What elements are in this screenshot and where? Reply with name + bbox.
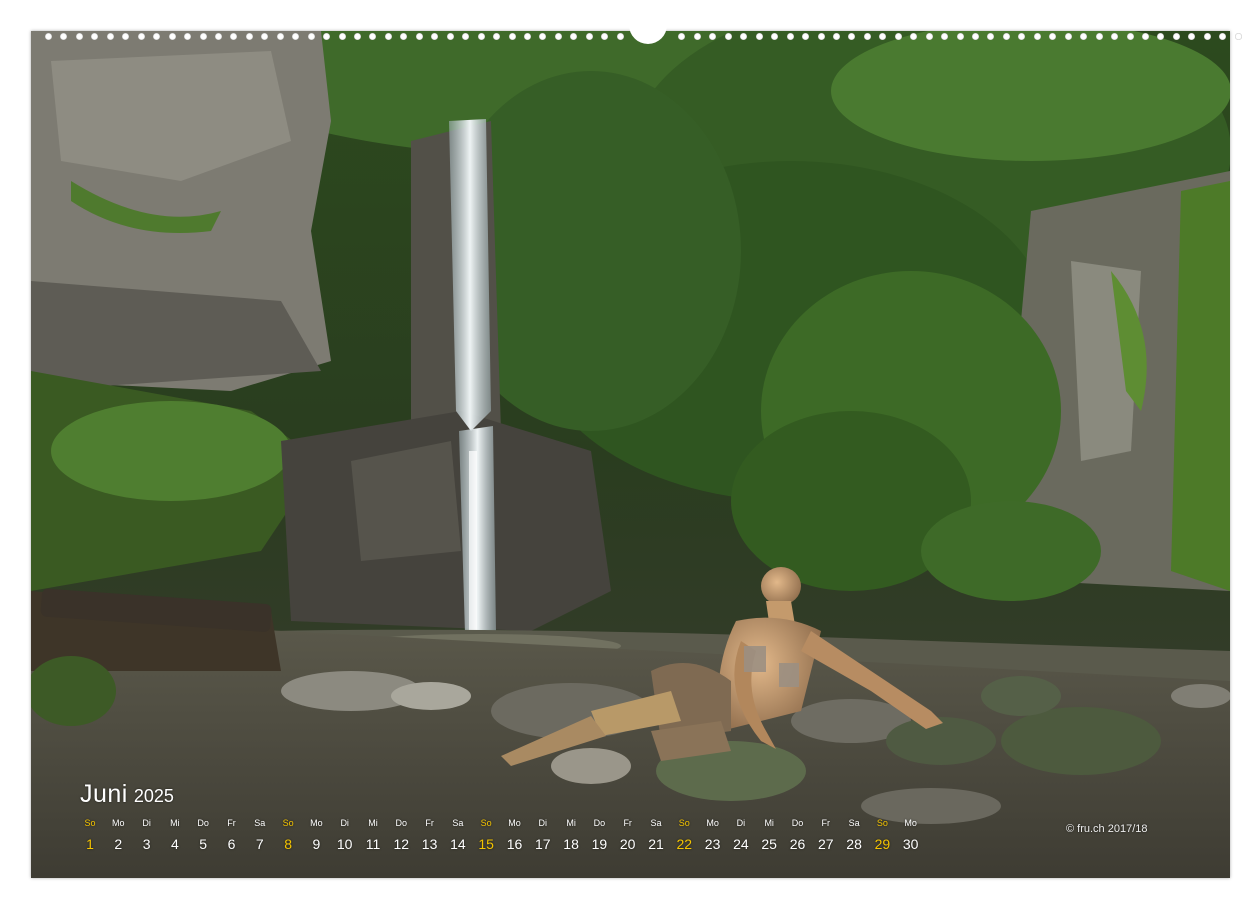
day-number: 6 [227,836,236,852]
calendar-day: Mo 2 [104,818,132,852]
weekday-label: So [678,818,690,828]
day-number: 27 [818,836,834,852]
month-name: Juni [80,780,128,808]
day-number: 8 [284,836,292,852]
weekday-label: Mi [170,818,180,828]
weekday-label: Di [340,818,349,828]
calendar-day: Sa 28 [840,818,868,852]
calendar-day: Di 24 [727,818,755,852]
weekday-label: Mo [112,818,125,828]
year: 2025 [133,786,174,806]
weekday-label: Sa [254,818,266,828]
calendar-day: Fr 27 [812,818,840,852]
calendar-day: Do 26 [784,818,812,852]
weekday-label: Mo [904,818,917,828]
weekday-label: So [480,818,492,828]
day-number: 9 [312,836,321,852]
day-number: 14 [450,836,466,852]
calendar-day-sunday: So 22 [670,818,698,852]
day-number: 1 [86,836,94,852]
day-number: 21 [648,836,664,852]
day-number: 11 [365,836,381,852]
calendar-day: Di 10 [331,818,359,852]
day-number: 18 [563,836,579,852]
binding-hole [1234,33,1242,40]
day-number: 30 [902,836,919,852]
weekday-label: Do [791,818,804,828]
calendar-day: Mi 18 [557,818,585,852]
calendar-title: Juni 2025 [80,780,174,809]
day-number: 19 [591,836,608,852]
day-grid: So 1 Mo 2 Di 3 Mi 4 Do 5 Fr 6 Sa 7 So 8 Mo 9 Di 10 Mi 11 Do 12 F… [80,818,980,858]
calendar-day: Mi 11 [359,818,387,852]
weekday-label: Mo [508,818,521,828]
calendar-day: Sa 7 [246,818,274,852]
waterfall-photo [31,31,1230,878]
day-number: 22 [676,836,693,852]
calendar-day: Sa 14 [444,818,472,852]
weekday-label: Di [142,818,151,828]
weekday-label: Do [593,818,606,828]
calendar-day: Do 12 [387,818,415,852]
calendar-day-sunday: So 8 [274,818,302,852]
calendar-day: Mo 16 [501,818,529,852]
calendar-day-sunday: So 29 [868,818,896,852]
calendar-day: Fr 20 [614,818,642,852]
calendar-day: Do 5 [189,818,217,852]
weekday-label: Do [395,818,408,828]
weekday-label: So [282,818,294,828]
weekday-label: Fr [227,818,236,828]
weekday-label: Sa [650,818,662,828]
day-number: 3 [142,836,151,852]
calendar-day: Mo 9 [302,818,330,852]
photo-illustration [31,31,1230,878]
weekday-label: So [876,818,888,828]
day-number: 20 [619,836,636,852]
day-number: 17 [535,836,551,852]
calendar-day: Fr 6 [218,818,246,852]
weekday-label: Mo [706,818,719,828]
weekday-label: Sa [848,818,860,828]
day-number: 24 [733,836,749,852]
weekday-label: Sa [452,818,464,828]
weekday-label: So [84,818,96,828]
day-number: 16 [506,836,523,852]
calendar-day: Fr 13 [416,818,444,852]
calendar-day: Mo 23 [699,818,727,852]
calendar-day: Mi 25 [755,818,783,852]
day-number: 12 [393,836,410,852]
day-number: 15 [478,836,494,852]
calendar-day: Sa 21 [642,818,670,852]
calendar-day: Di 3 [133,818,161,852]
weekday-label: Fr [425,818,434,828]
weekday-label: Mi [566,818,576,828]
weekday-label: Fr [821,818,831,828]
calendar-day-sunday: So 1 [76,818,104,852]
day-number: 23 [704,836,721,852]
day-number: 28 [846,836,862,852]
day-number: 13 [421,836,438,852]
calendar-day: Mo 30 [897,818,925,852]
day-number: 29 [874,836,891,852]
calendar-day-sunday: So 15 [472,818,500,852]
calendar-day: Mi 4 [161,818,189,852]
weekday-label: Do [197,818,209,828]
calendar-day: Di 17 [529,818,557,852]
calendar-day: Do 19 [585,818,613,852]
copyright-notice: © fru.ch 2017/18 [1066,823,1148,835]
day-number: 10 [336,836,353,852]
day-number: 4 [170,836,179,852]
day-number: 5 [199,836,208,852]
weekday-label: Di [538,818,548,828]
weekday-label: Mi [764,818,774,828]
weekday-label: Fr [623,818,632,828]
calendar-page: Juni 2025 So 1 Mo 2 Di 3 Mi 4 Do 5 Fr 6 Sa 7 So 8 Mo 9 Di 10… [0,0,1260,908]
day-number: 2 [114,836,123,852]
weekday-label: Mi [368,818,378,828]
day-number: 7 [255,836,264,852]
weekday-label: Di [736,818,746,828]
day-number: 25 [761,836,777,852]
weekday-label: Mo [310,818,323,828]
day-number: 26 [789,836,806,852]
